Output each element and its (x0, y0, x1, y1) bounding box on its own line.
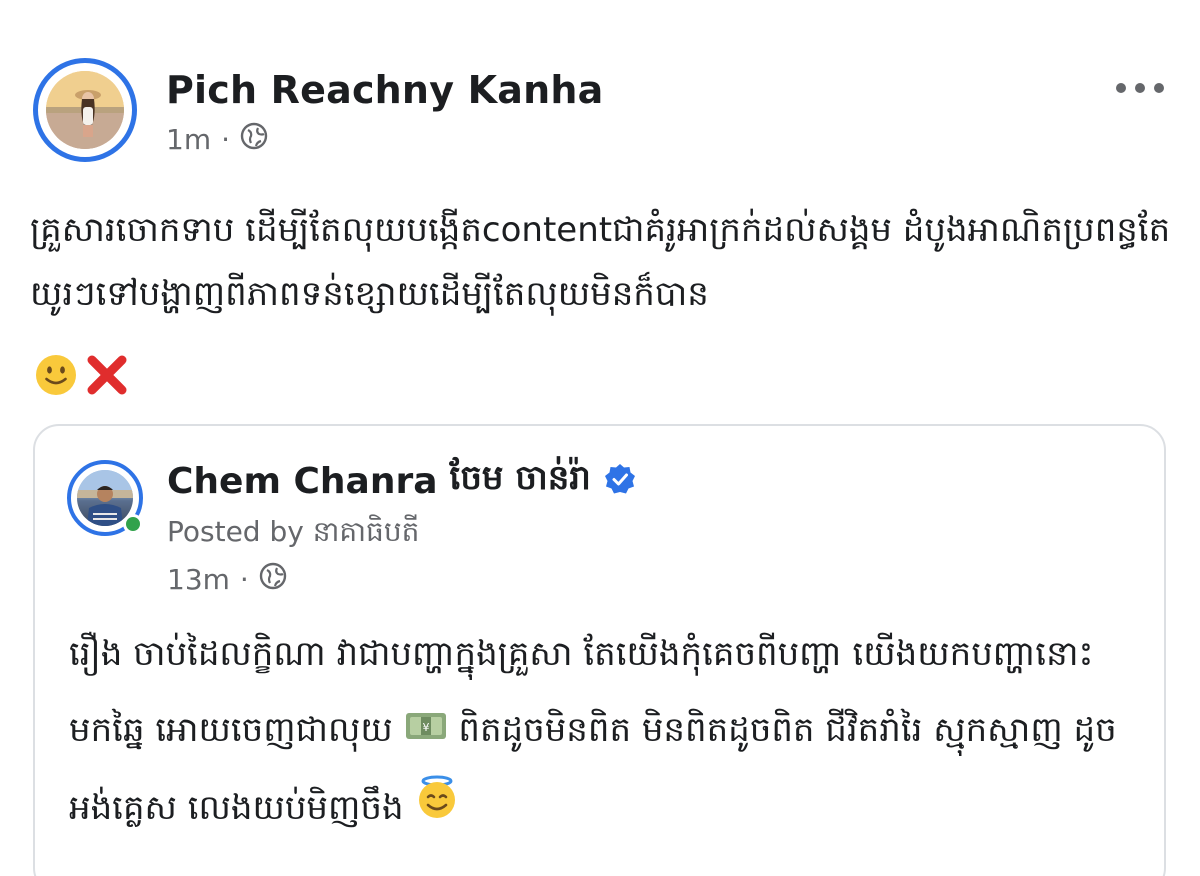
more-dot (1116, 83, 1126, 93)
post-time[interactable]: 1m (166, 123, 211, 156)
facebook-post: Pich Reachny Kanha 1m · គ្រួសារចោកទាប ដើ… (0, 0, 1200, 876)
online-status-dot (123, 514, 143, 534)
meta-separator: · (239, 563, 249, 596)
shared-author-name[interactable]: Chem Chanra (167, 461, 438, 502)
shared-author-row: Chem Chanra ចែម ចាន់រ៉ា (167, 456, 637, 506)
author-avatar[interactable] (33, 58, 137, 162)
meta-separator: · (221, 123, 230, 156)
cross-mark-icon (84, 352, 130, 402)
more-options-button[interactable] (1116, 74, 1164, 102)
shared-post-card[interactable]: Chem Chanra ចែម ចាន់រ៉ា Posted by នាគាធិ… (33, 424, 1166, 876)
globe-icon[interactable] (240, 122, 268, 157)
slightly-smiling-face-icon (34, 353, 78, 401)
shared-post-time[interactable]: 13m (167, 563, 230, 596)
post-meta: 1m · (166, 122, 268, 157)
post-emoji-row (34, 352, 130, 402)
more-dot (1154, 83, 1164, 93)
verified-badge-icon (603, 462, 637, 500)
smiling-face-with-halo-icon (414, 771, 460, 847)
posted-by-label[interactable]: Posted by នាគាធិបតី (167, 514, 419, 555)
more-dot (1135, 83, 1145, 93)
shared-author-khmer-name[interactable]: ចែម ចាន់រ៉ា (450, 456, 591, 506)
shared-post-text: រឿង ចាប់ដៃលក្ខិណា វាជាបញ្ហាក្នុងគ្រួសា ត… (69, 616, 1139, 847)
money-bill-icon: ¥ (404, 694, 448, 770)
globe-icon[interactable] (259, 562, 287, 597)
svg-text:¥: ¥ (422, 721, 429, 734)
post-text: គ្រួសារចោកទាប ដើម្បីតែលុយបង្កើតcontentជា… (30, 210, 1171, 314)
avatar-photo (46, 71, 124, 149)
shared-post-meta: 13m · (167, 562, 287, 597)
author-name[interactable]: Pich Reachny Kanha (166, 68, 603, 112)
